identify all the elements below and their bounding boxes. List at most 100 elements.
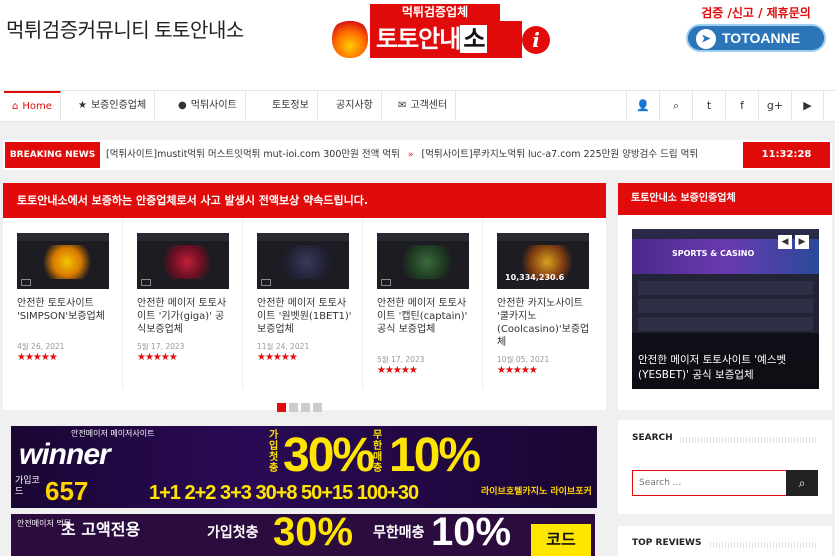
banner-subtitle: 먹튀검증업체	[370, 4, 500, 21]
bomb-icon: ●	[178, 100, 187, 111]
slide-image-text: SPORTS & CASINO	[672, 249, 755, 258]
rating-stars: ★★★★★	[497, 365, 538, 376]
ad-code: 657	[45, 476, 89, 506]
ad-side-text: 라이브호텔카지노 라이브포커	[481, 487, 592, 497]
card-title[interactable]: 안전한 카지노사이트 '쿨카지노(Coolcasino)'보증업체	[497, 297, 593, 349]
home-icon: ⌂	[12, 101, 19, 112]
contact-banner[interactable]: 검증 /신고 / 제휴문의 ➤ TOTOANNE	[682, 2, 830, 60]
contact-label: 검증 /신고 / 제휴문의	[701, 6, 811, 20]
winner-ad-banner[interactable]: 안전메이저 메이저사이트 winner 가입코드 657 가입첫충 30% 무한…	[11, 426, 597, 508]
jackpot-amount: 10,334,230.6	[505, 273, 565, 282]
slide-caption[interactable]: 안전한 메이저 토토사이트 '예스벳(YESBET)' 공식 보증업체	[638, 353, 813, 383]
ad-pct2-label: 무한매충	[373, 430, 383, 474]
star-icon: ★	[78, 100, 87, 111]
top-reviews-widget: TOP REVIEWS	[618, 526, 832, 556]
card-title[interactable]: 안전한 토토사이트 'SIMPSON'보증업체	[17, 297, 113, 323]
ad-line: 초 고액전용	[61, 520, 141, 539]
twitter-icon[interactable]: t	[692, 91, 725, 121]
featured-card[interactable]: 안전한 메이저 토토사이트 '캡틴(captain)' 공식 보증업체 5월 1…	[363, 219, 483, 389]
win-ad-banner[interactable]: 안전메이저 먹튀 초 고액전용 가입첫충 30% 무한매충 10% 코드	[11, 514, 595, 556]
nav-item-toto-info[interactable]: 토토정보	[264, 91, 318, 121]
ad-pct2: 10%	[389, 429, 481, 482]
card-thumbnail[interactable]	[377, 233, 469, 289]
breaking-news-label: BREAKING NEWS	[5, 142, 100, 168]
facebook-icon[interactable]: f	[725, 91, 758, 121]
search-input[interactable]	[633, 471, 786, 495]
ad-brand: winner	[19, 438, 111, 471]
ad-code-label: 가입코드	[15, 476, 40, 497]
breaking-news-bar: BREAKING NEWS [먹튀사이트]mustit먹튀 머스트잇먹튀 mut…	[3, 140, 832, 170]
ad-pct2-label: 무한매충	[373, 525, 425, 541]
carousel-dot[interactable]	[313, 403, 322, 412]
nav-item-scam-sites[interactable]: ● 먹튀사이트	[170, 91, 246, 121]
ticker-item[interactable]: [먹튀사이트]mustit먹튀 머스트잇먹튀 mut-ioi.com 300만원…	[106, 149, 400, 160]
search-icon[interactable]: ⌕	[659, 91, 692, 121]
flame-icon	[332, 18, 368, 58]
rating-stars: ★★★★★	[257, 352, 298, 363]
card-date: 4월 26, 2021	[17, 342, 65, 351]
card-date: 5월 17, 2023	[377, 355, 425, 364]
search-button[interactable]: ⌕	[786, 470, 818, 496]
search-form: ⌕	[632, 470, 818, 496]
nav-item-notice[interactable]: 공지사항	[328, 91, 382, 121]
card-thumbnail[interactable]	[257, 233, 349, 289]
heading-divider	[680, 437, 818, 443]
site-header: 먹튀검증커뮤니티 토토안내소 먹튀검증업체 토토안내 소 i 검증 /신고 / 제…	[0, 0, 835, 90]
telegram-pill[interactable]: ➤ TOTOANNE	[686, 24, 826, 52]
clock-time: 11:32:28	[743, 142, 830, 168]
sidebar-verified-widget: 토토안내소 보증인증업체 SPORTS & CASINO ◀ ▶ 안전한 메이저…	[618, 183, 832, 410]
card-thumbnail[interactable]	[137, 233, 229, 289]
chevron-right-icon: »	[407, 150, 414, 160]
ad-pct1-label: 가입첫충	[269, 430, 279, 474]
carousel-dot[interactable]	[301, 403, 310, 412]
widget-heading: 토토안내소 보증인증업체	[618, 183, 832, 215]
featured-card[interactable]: 10,334,230.6 안전한 카지노사이트 '쿨카지노(Coolcasino…	[483, 219, 603, 389]
user-icon[interactable]: 👤	[626, 91, 659, 121]
nav-item-home[interactable]: ⌂ Home	[4, 91, 61, 121]
ad-code-button: 코드	[531, 524, 591, 556]
featured-card[interactable]: 안전한 메이저 토토사이트 '기가(giga)' 공식보증업체 5월 17, 2…	[123, 219, 243, 389]
card-thumbnail[interactable]: 10,334,230.6	[497, 233, 589, 289]
card-title[interactable]: 안전한 메이저 토토사이트 '캡틴(captain)' 공식 보증업체	[377, 297, 473, 336]
breaking-news-ticker: [먹튀사이트]mustit먹튀 머스트잇먹튀 mut-ioi.com 300만원…	[106, 140, 698, 170]
main-nav: ⌂ Home ★ 보증인증업체 ● 먹튀사이트 토토정보 공지사항 ✉ 고객센터 👤 ⌕…	[0, 90, 835, 122]
telegram-icon: ➤	[696, 29, 716, 49]
youtube-icon[interactable]: ▶	[791, 91, 824, 121]
widget-heading: SEARCH	[632, 433, 673, 443]
nav-label: 고객센터	[410, 100, 448, 111]
info-icon: i	[522, 26, 550, 54]
nav-label: 보증인증업체	[90, 100, 147, 111]
telegram-handle: TOTOANNE	[722, 30, 801, 46]
nav-label: 먹튀사이트	[190, 100, 237, 111]
slide-prev-button[interactable]: ◀	[778, 235, 792, 249]
featured-card[interactable]: 안전한 토토사이트 'SIMPSON'보증업체 4월 26, 2021 ★★★★…	[3, 219, 123, 389]
rating-stars: ★★★★★	[17, 352, 58, 363]
google-plus-icon[interactable]: g+	[758, 91, 791, 121]
envelope-icon: ✉	[398, 100, 407, 111]
banner-title-a: 토토안내	[376, 25, 461, 53]
card-date: 11월 24, 2021	[257, 342, 310, 351]
slide-next-button[interactable]: ▶	[795, 235, 809, 249]
card-date: 5월 17, 2023	[137, 342, 185, 351]
banner-title: 토토안내 소	[370, 21, 522, 58]
card-title[interactable]: 안전한 메이저 토토사이트 '원벳원(1BET1)' 보증업체	[257, 297, 353, 336]
ticker-item[interactable]: [먹튀사이트]루카지노먹튀 luc-a7.com 225만원 양방검수 드립 먹…	[421, 149, 698, 160]
nav-item-support[interactable]: ✉ 고객센터	[390, 91, 457, 121]
carousel-dot[interactable]	[277, 403, 286, 412]
card-title[interactable]: 안전한 메이저 토토사이트 '기가(giga)' 공식보증업체	[137, 297, 233, 336]
carousel-dots	[277, 397, 325, 416]
header-banner-totoanne[interactable]: 먹튀검증업체 토토안내 소 i	[324, 4, 554, 64]
nav-label: 공지사항	[336, 100, 373, 111]
widget-heading: TOP REVIEWS	[632, 538, 702, 548]
card-thumbnail[interactable]	[17, 233, 109, 289]
carousel-dot[interactable]	[289, 403, 298, 412]
ad-pct2: 10%	[431, 514, 512, 554]
nav-item-verified[interactable]: ★ 보증인증업체	[70, 91, 156, 121]
ad-bonus-text: 1+1 2+2 3+3 30+8 50+15 100+30	[149, 482, 419, 504]
site-title[interactable]: 먹튀검증커뮤니티 토토안내소	[6, 14, 244, 43]
ad-pct1: 30%	[283, 429, 375, 482]
rating-stars: ★★★★★	[137, 352, 178, 363]
ad-pct1: 30%	[273, 514, 354, 554]
rating-stars: ★★★★★	[377, 365, 418, 376]
featured-card[interactable]: 안전한 메이저 토토사이트 '원벳원(1BET1)' 보증업체 11월 24, …	[243, 219, 363, 389]
